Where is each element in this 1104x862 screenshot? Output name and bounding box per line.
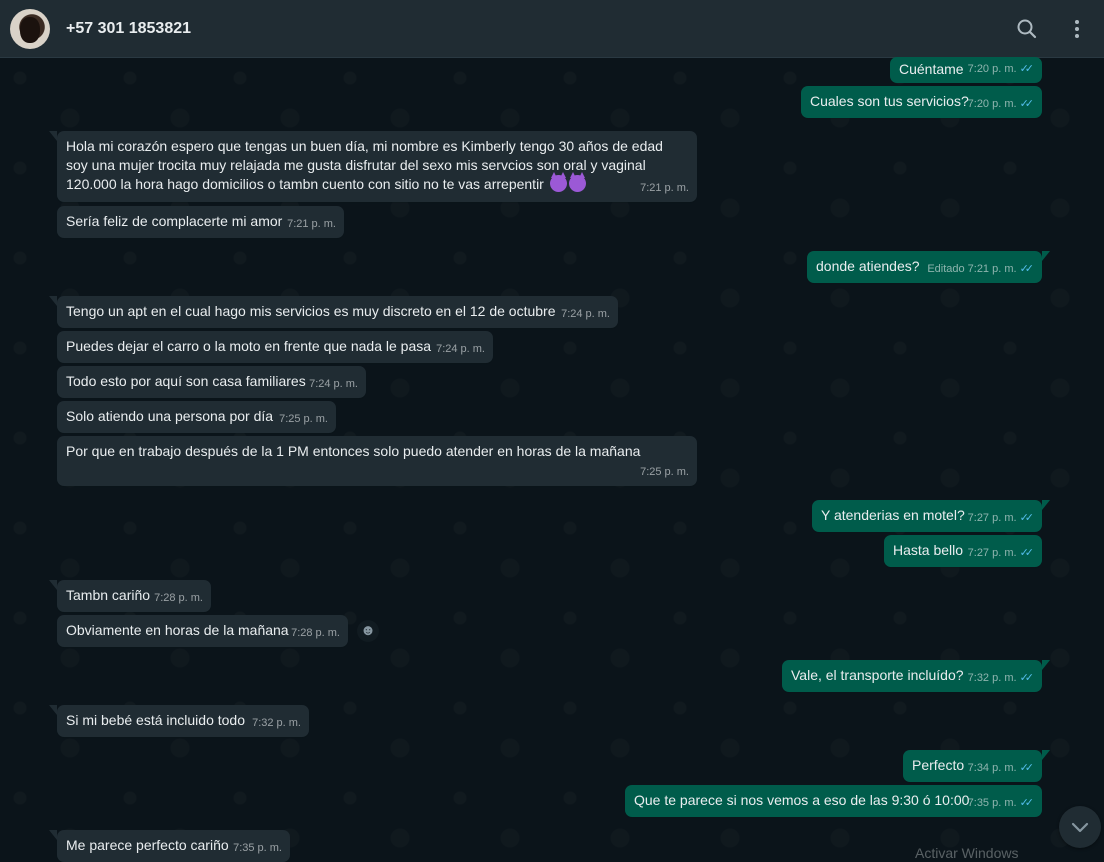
message-outgoing[interactable]: Cuéntame 7:20 p. m. ✓✓ [890,57,1042,83]
message-text: Por que en trabajo después de la 1 PM en… [66,443,641,459]
message-text: Me parece perfecto cariño [66,837,229,853]
message-incoming[interactable]: Por que en trabajo después de la 1 PM en… [57,436,697,486]
message-text: Si mi bebé está incluido todo [66,712,245,728]
smiling-devil-icon [549,172,567,192]
message-text: Perfecto [912,757,965,773]
message-meta: 7:20 p. m. ✓✓ [968,95,1034,114]
message-incoming[interactable]: Todo esto por aquí son casa familiares 7… [57,366,366,398]
smiling-devil-icon [568,172,586,192]
message-text: Puedes dejar el carro o la moto en frent… [66,338,432,354]
message-meta: 7:21 p. m. [640,179,689,198]
message-outgoing[interactable]: Cuales son tus servicios? 7:20 p. m. ✓✓ [801,86,1042,118]
message-outgoing[interactable]: Perfecto 7:34 p. m. ✓✓ [903,750,1050,782]
message-text: Cuéntame [899,61,964,77]
message-meta: 7:35 p. m. ✓✓ [968,794,1034,813]
message-meta: 7:34 p. m. ✓✓ [968,759,1034,778]
message-meta: 7:21 p. m. [287,215,336,234]
menu-icon[interactable] [1062,14,1092,44]
edited-label: Editado [927,263,965,275]
message-meta: 7:25 p. m. [279,410,328,429]
message-incoming[interactable]: Si mi bebé está incluido todo 7:32 p. m. [49,705,309,737]
message-incoming[interactable]: Tengo un apt en el cual hago mis servici… [49,296,618,328]
read-ticks-icon: ✓✓ [1019,797,1035,809]
message-time: 7:25 p. m. [640,466,689,478]
message-time: 7:24 p. m. [309,378,358,390]
message-time: 7:34 p. m. [967,762,1017,774]
chevron-down-icon [1071,822,1089,833]
message-time: 7:32 p. m. [967,672,1017,684]
message-meta: Editado 7:21 p. m. ✓✓ [927,260,1034,279]
message-time: 7:35 p. m. [967,797,1017,809]
read-ticks-icon: ✓✓ [1019,762,1035,774]
message-meta: 7:25 p. m. [640,463,689,482]
message-text: Todo esto por aquí son casa familiares [66,373,306,389]
scroll-down-button[interactable] [1059,806,1101,848]
message-text: Tengo un apt en el cual hago mis servici… [66,303,556,319]
message-time: 7:24 p. m. [436,343,485,355]
react-emoji-icon[interactable]: ☻ [357,620,379,642]
message-outgoing[interactable]: Que te parece si nos vemos a eso de las … [625,785,1042,817]
message-text: Obviamente en horas de la mañana [66,622,289,638]
message-meta: 7:27 p. m. ✓✓ [968,509,1034,528]
message-text: Solo atiendo una persona por día [66,408,274,424]
read-ticks-icon: ✓✓ [1019,63,1035,75]
windows-activation-watermark: Activar Windows [915,845,1019,861]
message-outgoing[interactable]: Y atenderias en motel? 7:27 p. m. ✓✓ [812,500,1050,532]
message-incoming[interactable]: Obviamente en horas de la mañana 7:28 p.… [57,615,348,647]
message-incoming[interactable]: Sería feliz de complacerte mi amor 7:21 … [57,206,344,238]
message-incoming[interactable]: Puedes dejar el carro o la moto en frent… [57,331,493,363]
message-time: 7:25 p. m. [279,413,328,425]
read-ticks-icon: ✓✓ [1019,547,1035,559]
message-incoming[interactable]: Solo atiendo una persona por día 7:25 p.… [57,401,336,433]
message-text: Vale, el transporte incluído? [791,667,964,683]
message-time: 7:20 p. m. [967,63,1017,75]
message-incoming[interactable]: Me parece perfecto cariño 7:35 p. m. [49,830,290,862]
message-text: Hasta bello [893,542,964,558]
read-ticks-icon: ✓✓ [1019,672,1035,684]
contact-name[interactable]: +57 301 1853821 [66,20,191,38]
message-outgoing[interactable]: Hasta bello 7:27 p. m. ✓✓ [884,535,1042,567]
message-time: 7:32 p. m. [252,717,301,729]
message-meta: 7:32 p. m. [252,714,301,733]
message-meta: 7:35 p. m. [233,839,282,858]
message-time: 7:21 p. m. [967,263,1017,275]
message-meta: 7:24 p. m. [436,340,485,359]
message-incoming[interactable]: Tambn cariño 7:28 p. m. [49,580,211,612]
chat-header: +57 301 1853821 [0,0,1104,58]
message-meta: 7:24 p. m. [309,375,358,394]
message-time: 7:24 p. m. [561,308,610,320]
message-meta: 7:20 p. m. ✓✓ [968,60,1034,79]
message-meta: 7:24 p. m. [561,305,610,324]
message-time: 7:27 p. m. [967,547,1017,559]
message-time: 7:27 p. m. [967,512,1017,524]
message-meta: 7:27 p. m. ✓✓ [968,544,1034,563]
message-time: 7:28 p. m. [291,627,340,639]
avatar[interactable] [10,9,50,49]
message-meta: 7:28 p. m. [154,589,203,608]
message-time: 7:21 p. m. [640,182,689,194]
message-outgoing[interactable]: Vale, el transporte incluído? 7:32 p. m.… [782,660,1050,692]
read-ticks-icon: ✓✓ [1019,263,1035,275]
message-time: 7:35 p. m. [233,842,282,854]
message-time: 7:28 p. m. [154,592,203,604]
message-meta: 7:28 p. m. [291,624,340,643]
message-text: Y atenderias en motel? [821,507,965,523]
message-time: 7:21 p. m. [287,218,336,230]
message-incoming[interactable]: Hola mi corazón espero que tengas un bue… [49,131,697,202]
message-text: Tambn cariño [66,587,151,603]
message-text: Cuales son tus servicios? [810,93,969,109]
message-time: 7:20 p. m. [967,98,1017,110]
message-text: Que te parece si nos vemos a eso de las … [634,792,970,808]
message-text: donde atiendes? [816,258,920,274]
message-text: Sería feliz de complacerte mi amor [66,213,283,229]
message-outgoing[interactable]: donde atiendes? Editado 7:21 p. m. ✓✓ [807,251,1050,283]
read-ticks-icon: ✓✓ [1019,98,1035,110]
read-ticks-icon: ✓✓ [1019,512,1035,524]
search-icon[interactable] [1012,14,1042,44]
message-meta: 7:32 p. m. ✓✓ [968,669,1034,688]
